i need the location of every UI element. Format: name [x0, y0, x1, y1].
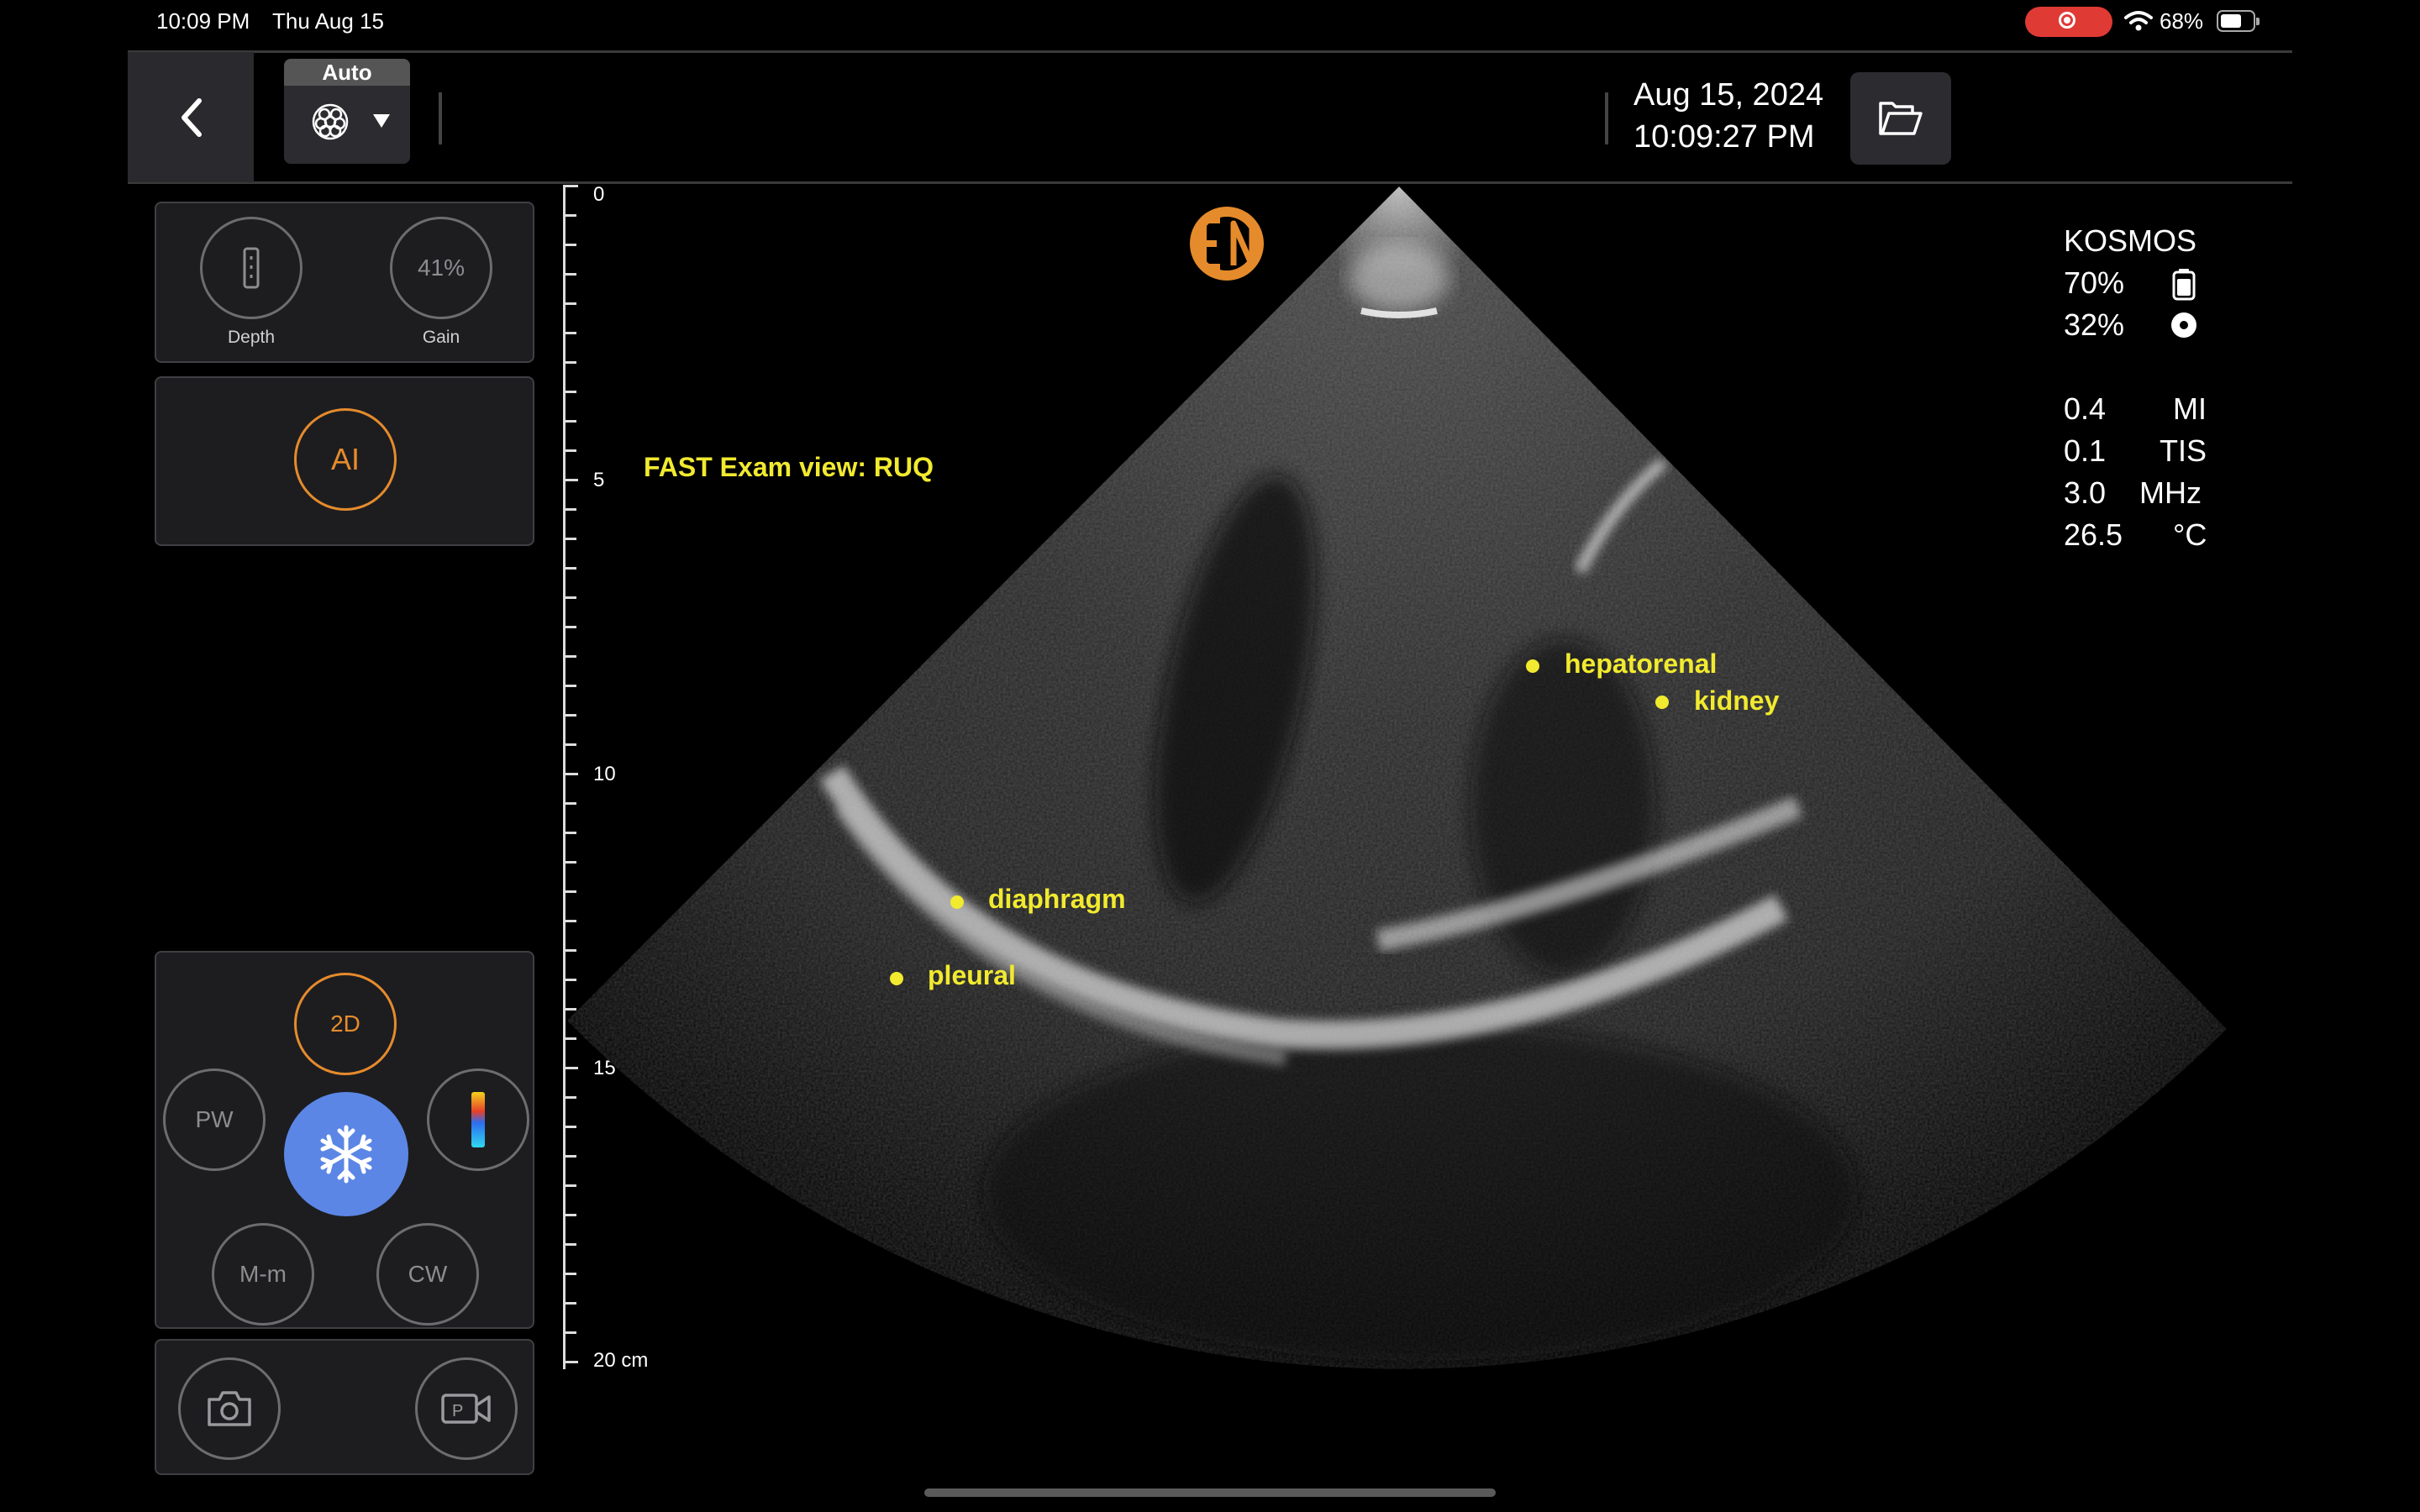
annotation-marker [890, 972, 903, 985]
probe-temp-icon [2171, 312, 2196, 338]
device-battery-value: 70% [2064, 265, 2125, 300]
temperature-unit: °C [2173, 517, 2207, 552]
device-name: KOSMOS [2064, 223, 2197, 258]
frequency-unit: MHz [2139, 475, 2202, 510]
annotation-marker [1526, 659, 1539, 673]
ultrasound-image[interactable] [0, 0, 2420, 1512]
annotation-hepatorenal: hepatorenal [1565, 648, 1718, 679]
exam-view-label: FAST Exam view: RUQ [644, 452, 934, 482]
frequency-value: 3.0 [2064, 475, 2107, 510]
logo-icon [1190, 207, 1264, 281]
annotation-pleural: pleural [928, 960, 1016, 990]
probe-level-value: 32% [2064, 307, 2125, 342]
annotation-kidney: kidney [1694, 685, 1780, 716]
mi-value: 0.4 [2064, 391, 2107, 426]
annotation-marker [1655, 696, 1669, 709]
home-indicator[interactable] [924, 1488, 1496, 1497]
device-battery-icon [2172, 269, 2196, 301]
annotation-marker [950, 895, 964, 909]
temperature-value: 26.5 [2064, 517, 2123, 552]
tis-unit: TIS [2160, 433, 2207, 468]
annotation-diaphragm: diaphragm [988, 884, 1126, 914]
tis-value: 0.1 [2064, 433, 2107, 468]
mi-unit: MI [2173, 391, 2207, 426]
